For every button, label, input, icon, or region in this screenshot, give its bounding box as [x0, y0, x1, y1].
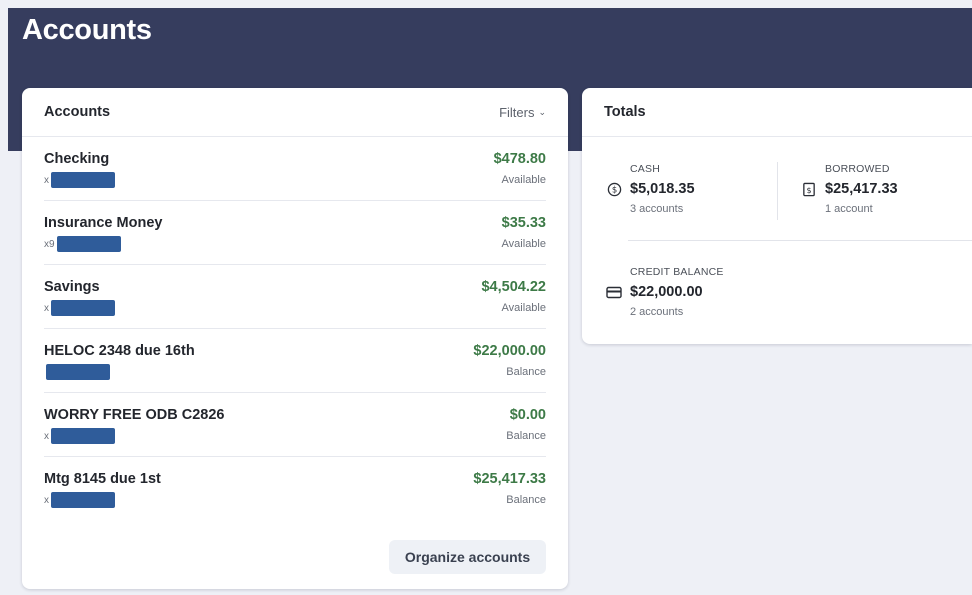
- redaction-bar: [56, 236, 121, 252]
- account-number-masked: x9: [44, 236, 121, 252]
- total-credit-value: $22,000.00: [630, 284, 703, 300]
- account-number-prefix: x: [44, 174, 49, 186]
- accounts-card: Accounts Filters ⌄ Checking x $478.80 Av…: [22, 88, 568, 589]
- account-number-masked: x: [44, 172, 115, 188]
- account-amount-label: Balance: [506, 430, 546, 442]
- filters-label: Filters: [499, 104, 535, 120]
- total-cash-value: $5,018.35: [630, 181, 695, 197]
- page-title: Accounts: [22, 14, 152, 46]
- account-name: Checking: [44, 151, 110, 167]
- account-amount-label: Available: [501, 174, 546, 186]
- totals-card-header: Totals: [582, 88, 972, 137]
- account-name: WORRY FREE ODB C2826: [44, 407, 225, 423]
- account-number-masked: [44, 364, 110, 380]
- total-credit-balance: CREDIT BALANCE $22,000.00 2 accounts: [606, 266, 724, 318]
- total-borrowed-count: 1 account: [825, 203, 873, 215]
- account-row-insurance-money[interactable]: Insurance Money x9 $35.33 Available: [44, 201, 546, 265]
- bill-icon: $: [801, 181, 817, 197]
- chevron-down-icon: ⌄: [538, 106, 546, 117]
- total-cash-count: 3 accounts: [630, 203, 684, 215]
- svg-text:$: $: [611, 184, 616, 194]
- total-credit-label: CREDIT BALANCE: [630, 266, 724, 278]
- credit-card-icon: [606, 284, 622, 300]
- account-name: HELOC 2348 due 16th: [44, 343, 195, 359]
- account-amount: $22,000.00: [473, 343, 546, 359]
- account-amount: $478.80: [493, 151, 546, 167]
- redaction-bar: [51, 172, 115, 188]
- totals-divider-vertical: [777, 162, 778, 220]
- totals-divider-horizontal: [628, 240, 972, 241]
- account-name: Mtg 8145 due 1st: [44, 471, 161, 487]
- total-cash: CASH $ $5,018.35 3 accounts: [606, 163, 695, 215]
- account-row-mortgage[interactable]: Mtg 8145 due 1st x $25,417.33 Balance: [44, 457, 546, 521]
- account-number-masked: x: [44, 492, 115, 508]
- account-number-prefix: x: [44, 302, 49, 314]
- account-name: Insurance Money: [44, 215, 163, 231]
- account-row-checking[interactable]: Checking x $478.80 Available: [44, 137, 546, 201]
- account-number-prefix: x: [44, 494, 49, 506]
- account-row-savings[interactable]: Savings x $4,504.22 Available: [44, 265, 546, 329]
- organize-accounts-button[interactable]: Organize accounts: [389, 540, 546, 574]
- account-amount-label: Available: [501, 302, 546, 314]
- account-amount: $25,417.33: [473, 471, 546, 487]
- account-amount: $0.00: [509, 407, 546, 423]
- account-row-worry-free-odb[interactable]: WORRY FREE ODB C2826 x $0.00 Balance: [44, 393, 546, 457]
- account-amount-label: Available: [501, 238, 546, 250]
- account-name: Savings: [44, 279, 100, 295]
- total-borrowed-label: BORROWED: [825, 163, 890, 175]
- accounts-card-header: Accounts Filters ⌄: [22, 88, 568, 137]
- filters-dropdown[interactable]: Filters ⌄: [499, 105, 546, 120]
- account-row-heloc[interactable]: HELOC 2348 due 16th $22,000.00 Balance: [44, 329, 546, 393]
- total-borrowed: BORROWED $ $25,417.33 1 account: [801, 163, 898, 215]
- account-amount-label: Balance: [506, 366, 546, 378]
- dollar-circle-icon: $: [606, 181, 622, 197]
- total-borrowed-value: $25,417.33: [825, 181, 898, 197]
- totals-card-title: Totals: [604, 104, 646, 120]
- account-number-prefix: x9: [44, 238, 55, 250]
- total-credit-count: 2 accounts: [630, 306, 684, 318]
- redaction-bar: [51, 492, 115, 508]
- account-number-masked: x: [44, 428, 115, 444]
- account-amount: $35.33: [501, 215, 546, 231]
- totals-card: Totals CASH $ $5,018.35 3 accounts BORRO…: [582, 88, 972, 344]
- accounts-card-title: Accounts: [44, 104, 111, 120]
- redaction-bar: [51, 300, 115, 316]
- redaction-bar: [46, 364, 110, 380]
- account-number-masked: x: [44, 300, 115, 316]
- total-cash-label: CASH: [630, 163, 660, 175]
- account-amount-label: Balance: [506, 494, 546, 506]
- redaction-bar: [51, 428, 115, 444]
- svg-text:$: $: [806, 185, 811, 194]
- account-amount: $4,504.22: [481, 279, 546, 295]
- account-number-prefix: x: [44, 430, 49, 442]
